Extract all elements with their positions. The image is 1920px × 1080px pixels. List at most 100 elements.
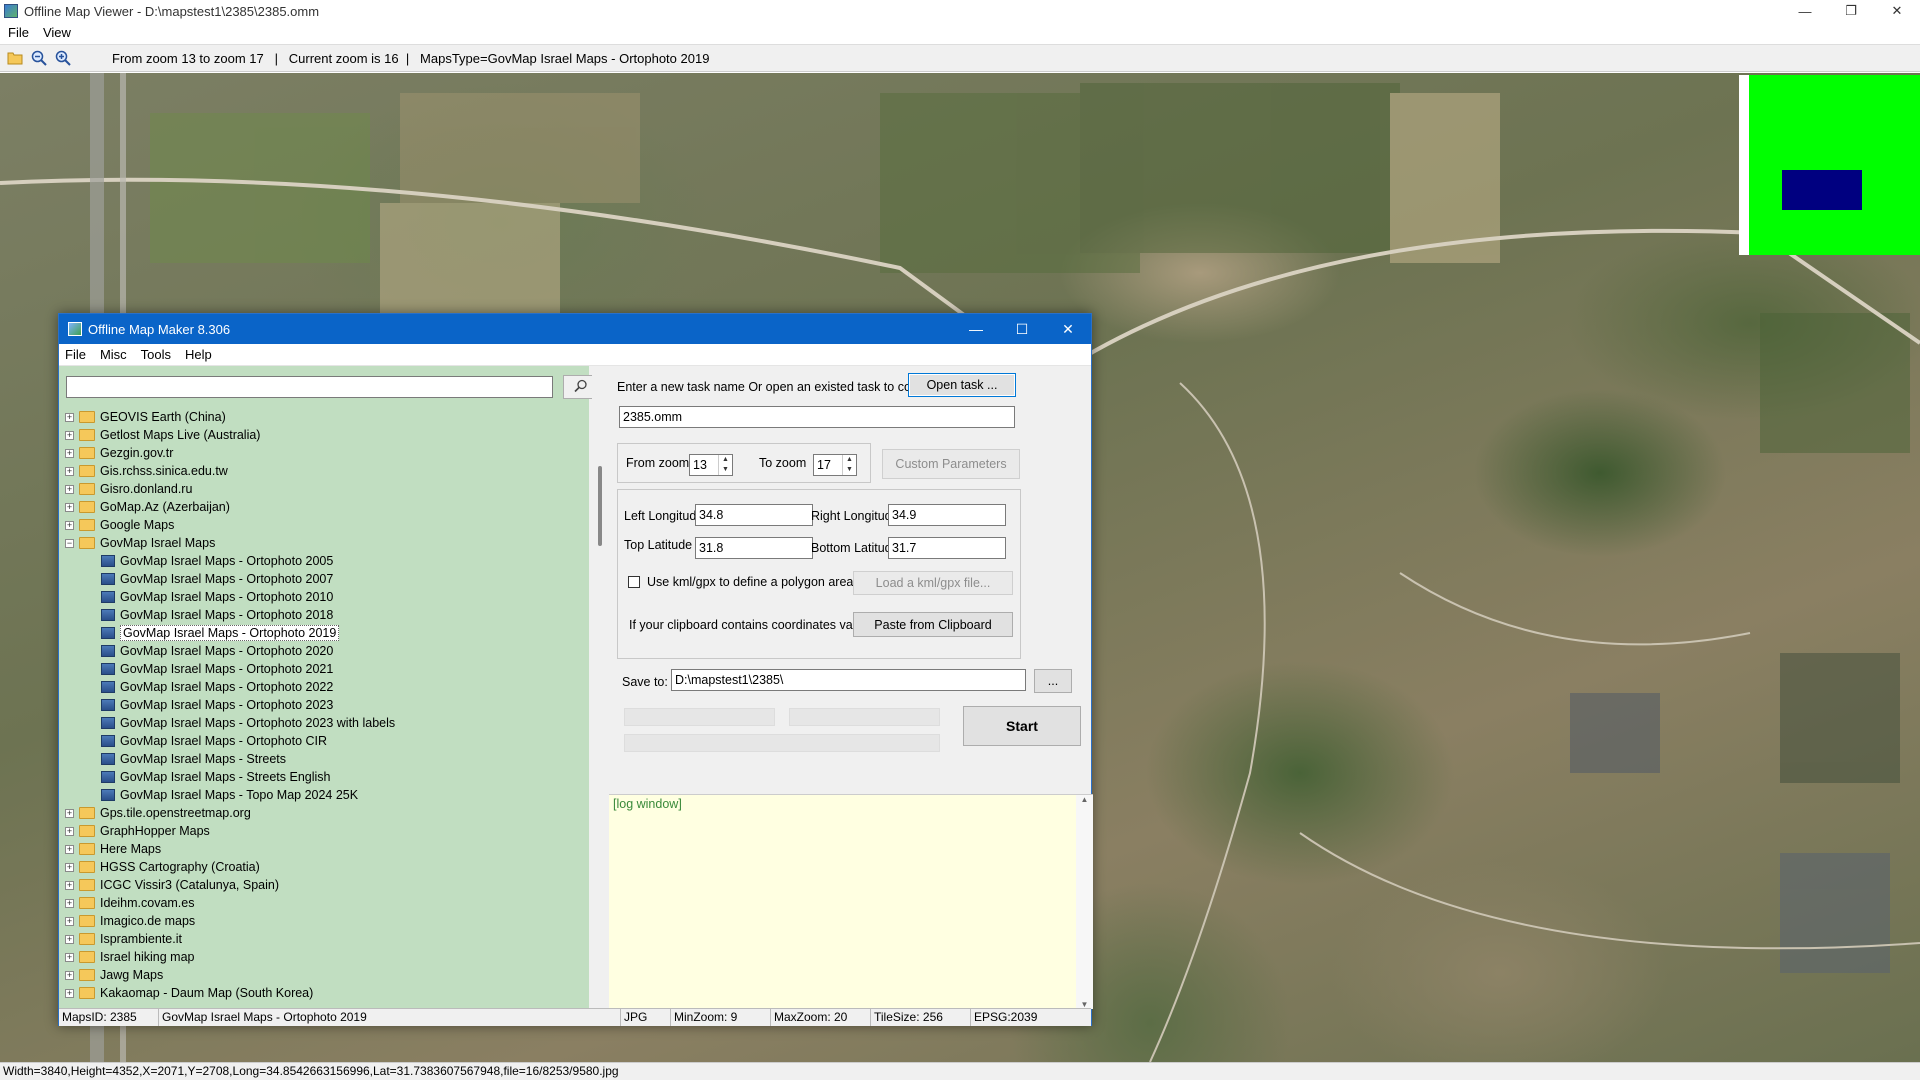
tree-folder-item[interactable]: + GoMap.Az (Azerbaijan) xyxy=(65,498,589,516)
dialog-menu-help[interactable]: Help xyxy=(185,347,212,362)
dialog-minimize-button[interactable]: — xyxy=(953,314,999,344)
menu-view[interactable]: View xyxy=(43,25,71,40)
tree-folder-item[interactable]: + Google Maps xyxy=(65,516,589,534)
tree-item-label: Israel hiking map xyxy=(100,950,195,964)
left-longitude-label: Left Longitude xyxy=(624,509,704,523)
from-zoom-arrows[interactable]: ▲ ▼ xyxy=(718,455,732,475)
zoom-out-icon[interactable] xyxy=(30,49,48,67)
tree-folder-item[interactable]: + Gps.tile.openstreetmap.org xyxy=(65,804,589,822)
menu-file[interactable]: File xyxy=(8,25,29,40)
paste-from-clipboard-button[interactable]: Paste from Clipboard xyxy=(853,612,1013,637)
custom-parameters-button[interactable]: Custom Parameters xyxy=(882,449,1020,479)
tree-map-item[interactable]: GovMap Israel Maps - Ortophoto 2020 xyxy=(65,642,589,660)
task-name-field[interactable]: 2385.omm xyxy=(619,406,1015,428)
dialog-close-button[interactable]: ✕ xyxy=(1045,314,1091,344)
top-latitude-field[interactable]: 31.8 xyxy=(695,537,813,559)
tree-folder-item[interactable]: + GEOVIS Earth (China) xyxy=(65,408,589,426)
expand-icon[interactable]: + xyxy=(65,448,74,458)
tree-map-item[interactable]: GovMap Israel Maps - Ortophoto 2022 xyxy=(65,678,589,696)
tree-map-item[interactable]: GovMap Israel Maps - Ortophoto 2023 with… xyxy=(65,714,589,732)
expand-icon[interactable]: + xyxy=(65,934,74,944)
expand-icon[interactable]: + xyxy=(65,952,74,962)
tree-map-item[interactable]: GovMap Israel Maps - Ortophoto 2007 xyxy=(65,570,589,588)
log-window[interactable]: [log window] ▲ ▼ xyxy=(609,794,1093,1009)
open-task-button[interactable]: Open task ... xyxy=(908,373,1016,397)
expand-icon[interactable]: + xyxy=(65,880,74,890)
close-button[interactable]: ✕ xyxy=(1874,0,1920,22)
tree-map-item[interactable]: GovMap Israel Maps - Ortophoto 2018 xyxy=(65,606,589,624)
to-zoom-arrows[interactable]: ▲ ▼ xyxy=(842,455,856,475)
expand-icon[interactable]: + xyxy=(65,988,74,998)
expand-icon[interactable]: + xyxy=(65,484,74,494)
tree-map-item[interactable]: GovMap Israel Maps - Topo Map 2024 25K xyxy=(65,786,589,804)
tree-scroll-thumb[interactable] xyxy=(598,466,602,546)
expand-icon[interactable]: + xyxy=(65,970,74,980)
tree-map-item[interactable]: GovMap Israel Maps - Ortophoto 2005 xyxy=(65,552,589,570)
expand-icon[interactable]: + xyxy=(65,844,74,854)
map-search-input[interactable] xyxy=(66,376,553,398)
right-longitude-field[interactable]: 34.9 xyxy=(888,504,1006,526)
tree-folder-item[interactable]: + Isprambiente.it xyxy=(65,930,589,948)
left-longitude-field[interactable]: 34.8 xyxy=(695,504,813,526)
save-to-field[interactable]: D:\mapstest1\2385\ xyxy=(671,669,1026,691)
to-zoom-stepper[interactable]: 17 ▲ ▼ xyxy=(813,454,857,476)
tree-scrollbar[interactable] xyxy=(592,366,609,1008)
expand-icon[interactable]: + xyxy=(65,502,74,512)
start-button[interactable]: Start xyxy=(963,706,1081,746)
dialog-app-icon xyxy=(68,322,82,336)
expand-icon[interactable]: + xyxy=(65,862,74,872)
folder-open-icon[interactable] xyxy=(6,49,24,67)
tree-map-item[interactable]: GovMap Israel Maps - Ortophoto CIR xyxy=(65,732,589,750)
tree-folder-item[interactable]: + Ideihm.covam.es xyxy=(65,894,589,912)
restore-button[interactable]: ❐ xyxy=(1828,0,1874,22)
minimize-button[interactable]: — xyxy=(1782,0,1828,22)
dialog-menu-tools[interactable]: Tools xyxy=(141,347,171,362)
tree-map-item[interactable]: GovMap Israel Maps - Ortophoto 2021 xyxy=(65,660,589,678)
tree-folder-item[interactable]: − GovMap Israel Maps xyxy=(65,534,589,552)
tree-map-item[interactable]: GovMap Israel Maps - Ortophoto 2010 xyxy=(65,588,589,606)
dialog-maximize-button[interactable]: ☐ xyxy=(999,314,1045,344)
tree-folder-item[interactable]: + Getlost Maps Live (Australia) xyxy=(65,426,589,444)
tree-folder-item[interactable]: + Jawg Maps xyxy=(65,966,589,984)
load-kml-button[interactable]: Load a kml/gpx file... xyxy=(853,571,1013,595)
tree-folder-item[interactable]: + Here Maps xyxy=(65,840,589,858)
task-prompt-label: Enter a new task name Or open an existed… xyxy=(617,380,949,394)
tree-folder-item[interactable]: + Israel hiking map xyxy=(65,948,589,966)
tree-folder-item[interactable]: + Gis.rchss.sinica.edu.tw xyxy=(65,462,589,480)
collapse-icon[interactable]: − xyxy=(65,538,74,548)
browse-button[interactable]: ... xyxy=(1034,669,1072,693)
zoom-in-icon[interactable] xyxy=(54,49,72,67)
from-zoom-stepper[interactable]: 13 ▲ ▼ xyxy=(689,454,733,476)
tree-map-item[interactable]: GovMap Israel Maps - Streets xyxy=(65,750,589,768)
dialog-menu-misc[interactable]: Misc xyxy=(100,347,127,362)
tree-folder-item[interactable]: + Imagico.de maps xyxy=(65,912,589,930)
minimap-viewport[interactable] xyxy=(1782,170,1862,210)
expand-icon[interactable]: + xyxy=(65,520,74,530)
expand-icon[interactable]: + xyxy=(65,826,74,836)
minimap[interactable] xyxy=(1739,75,1920,255)
tree-map-item[interactable]: GovMap Israel Maps - Streets English xyxy=(65,768,589,786)
expand-icon[interactable]: + xyxy=(65,898,74,908)
tree-folder-item[interactable]: + HGSS Cartography (Croatia) xyxy=(65,858,589,876)
tree-folder-item[interactable]: + Gisro.donland.ru xyxy=(65,480,589,498)
expand-icon[interactable]: + xyxy=(65,808,74,818)
bottom-latitude-field[interactable]: 31.7 xyxy=(888,537,1006,559)
tree-item-label: GraphHopper Maps xyxy=(100,824,210,838)
tree-folder-item[interactable]: + Kakaomap - Daum Map (South Korea) xyxy=(65,984,589,1002)
expand-icon[interactable]: + xyxy=(65,916,74,926)
log-scrollbar[interactable]: ▲ ▼ xyxy=(1076,795,1093,1009)
expand-icon[interactable]: + xyxy=(65,412,74,422)
tree-map-item[interactable]: GovMap Israel Maps - Ortophoto 2019 xyxy=(65,624,589,642)
top-latitude-label: Top Latitude xyxy=(624,538,693,552)
tree-folder-item[interactable]: + GraphHopper Maps xyxy=(65,822,589,840)
dialog-menu-file[interactable]: File xyxy=(65,347,86,362)
kml-checkbox[interactable] xyxy=(628,576,640,588)
tree-folder-item[interactable]: + Gezgin.gov.tr xyxy=(65,444,589,462)
expand-icon[interactable]: + xyxy=(65,430,74,440)
viewer-title: Offline Map Viewer - D:\mapstest1\2385\2… xyxy=(24,3,320,19)
expand-icon[interactable]: + xyxy=(65,466,74,476)
tree-folder-item[interactable]: + ICGC Vissir3 (Catalunya, Spain) xyxy=(65,876,589,894)
map-source-tree[interactable]: + GEOVIS Earth (China) + Getlost Maps Live … xyxy=(65,408,589,1008)
tree-map-item[interactable]: GovMap Israel Maps - Ortophoto 2023 xyxy=(65,696,589,714)
dialog-titlebar: Offline Map Maker 8.306 — ☐ ✕ xyxy=(59,314,1091,344)
